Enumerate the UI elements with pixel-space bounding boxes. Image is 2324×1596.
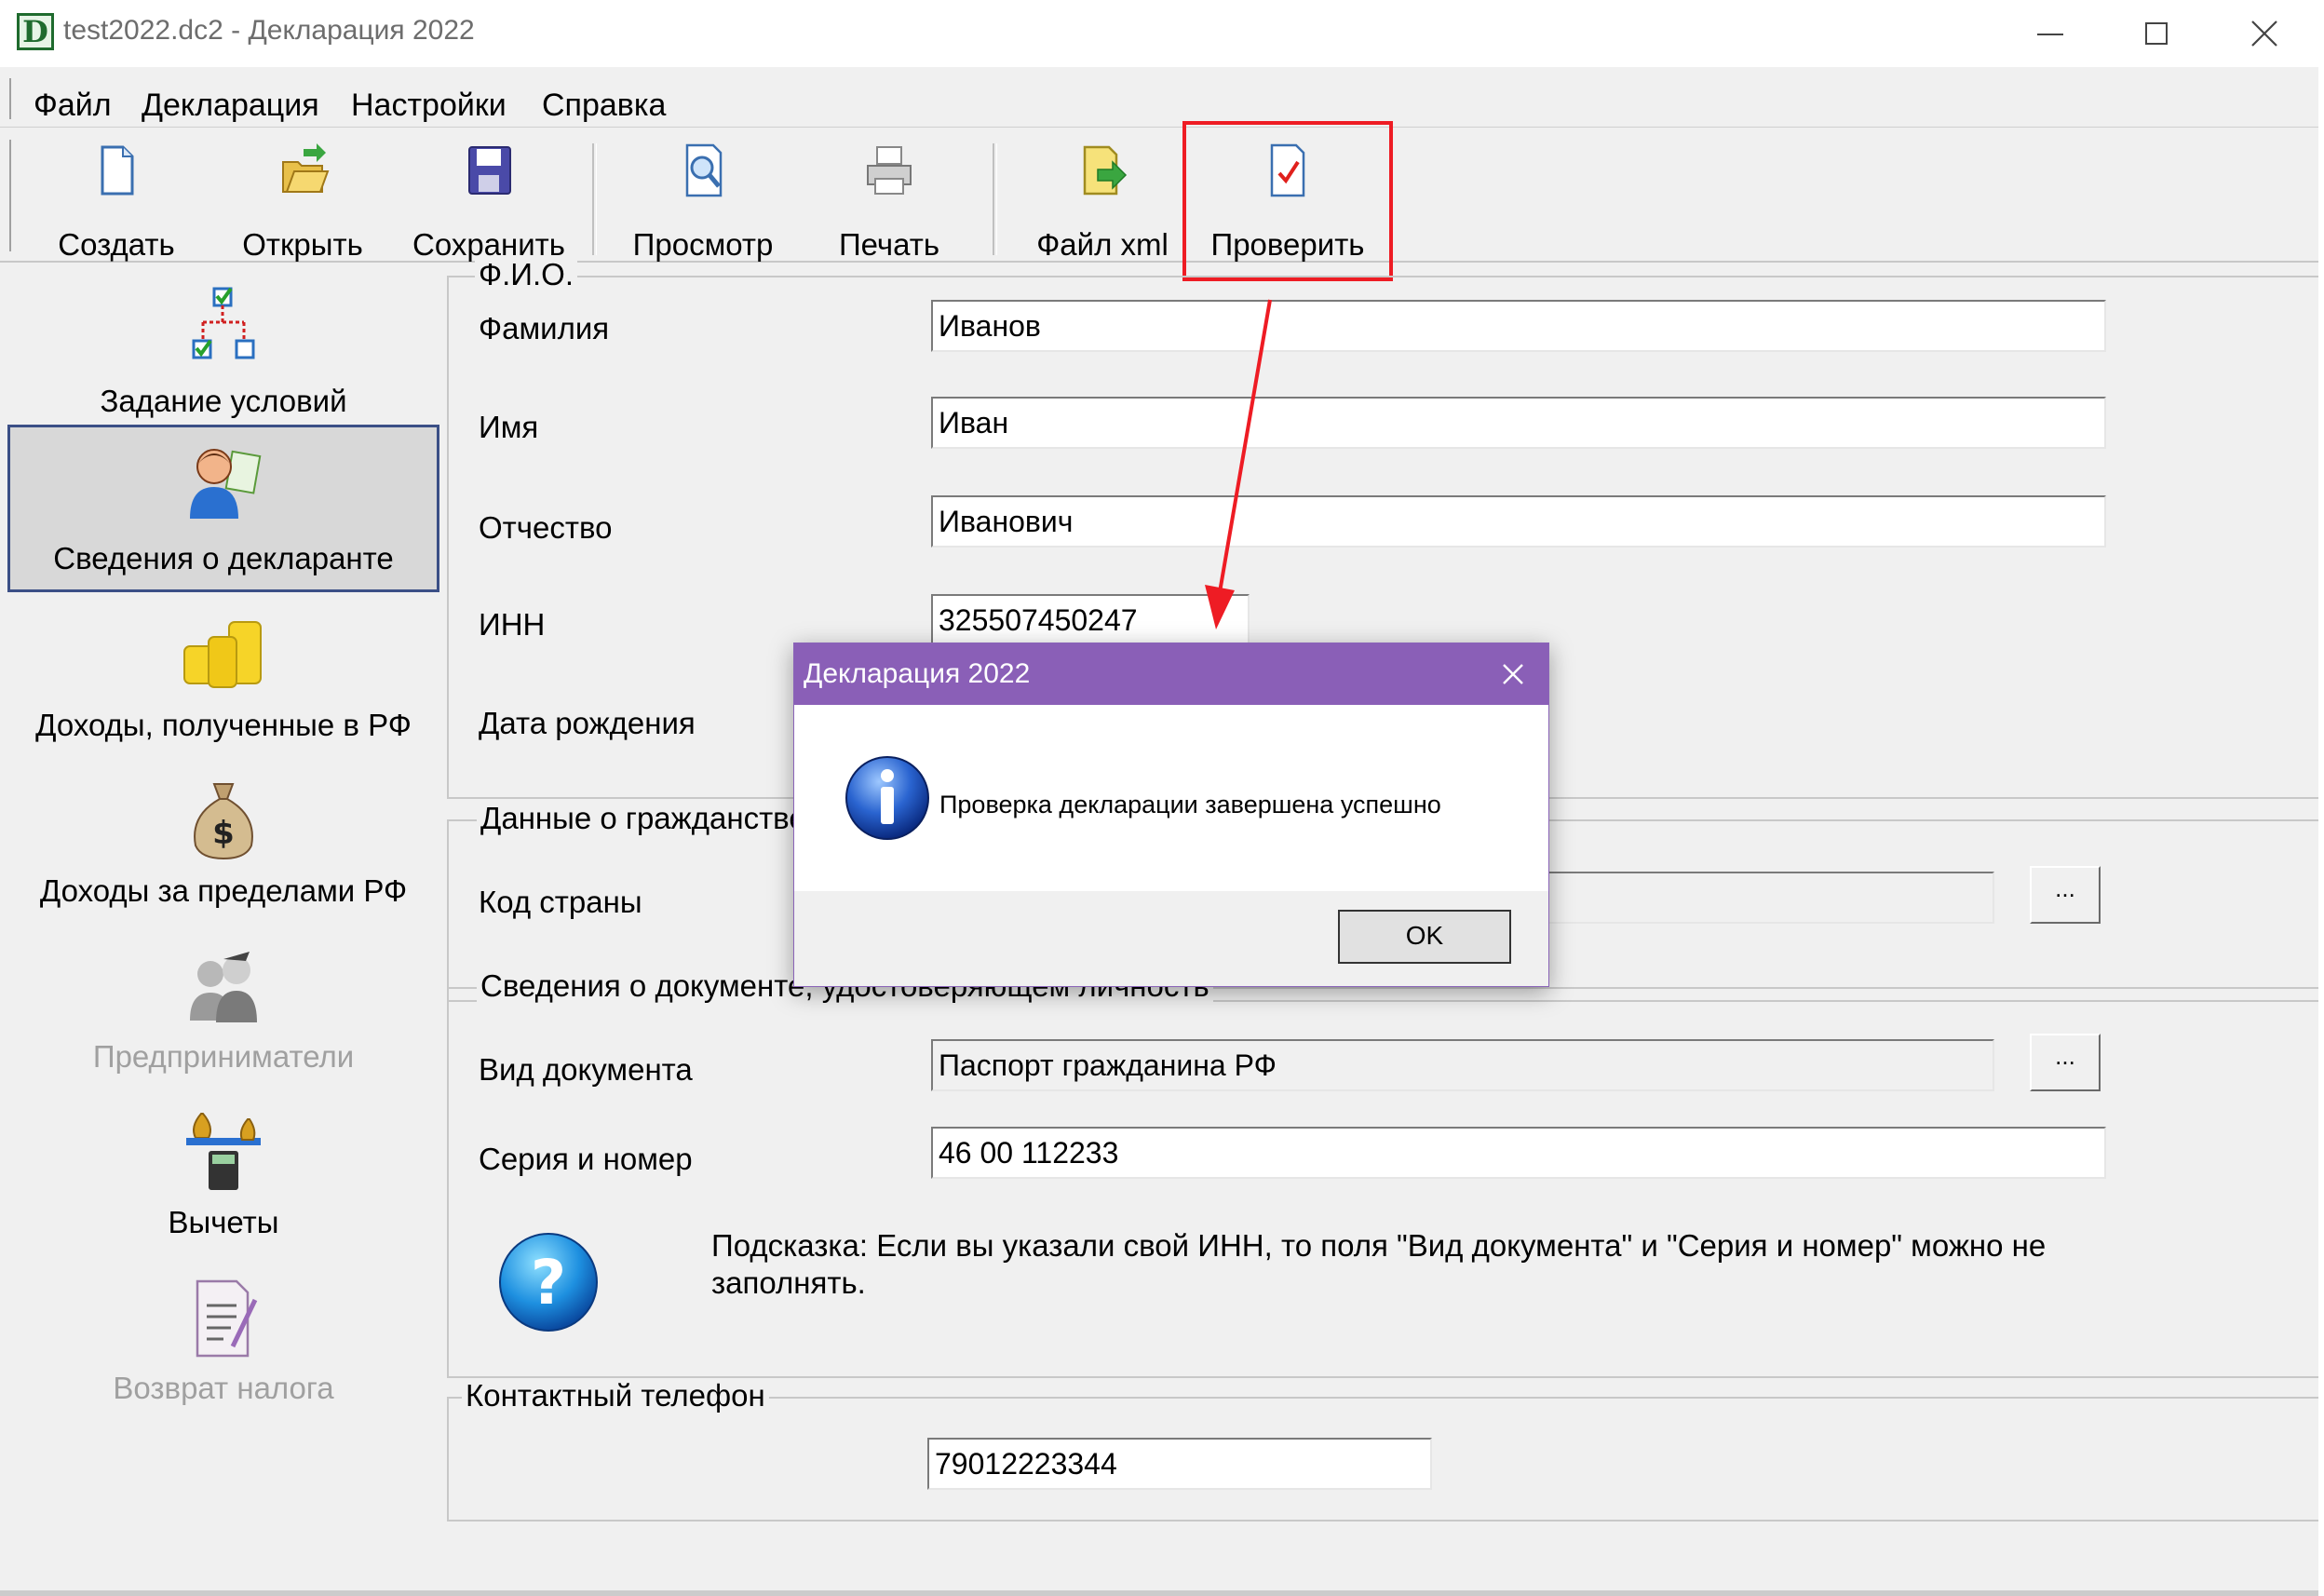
sidebar-item-deductions[interactable]: Вычеты: [7, 1095, 439, 1257]
app-logo-icon: D: [17, 13, 54, 50]
window-title: test2022.dc2 - Декларация 2022: [63, 15, 475, 46]
entrepreneurs-icon: [190, 952, 257, 1022]
sidebar-item-income-abroad[interactable]: $ Доходы за пределами РФ: [7, 764, 439, 926]
sidebar-item-label: Доходы, полученные в РФ: [35, 708, 412, 742]
preview-button[interactable]: Просмотр: [619, 142, 787, 262]
sidebar-item-label: Вычеты: [168, 1205, 279, 1239]
sidebar-item-tax-refund[interactable]: Возврат налога: [7, 1261, 439, 1423]
declarant-icon: [190, 449, 262, 519]
country-code-browse-button[interactable]: ...: [2030, 866, 2101, 924]
conditions-icon: [192, 287, 255, 359]
sidebar-item-income-rf[interactable]: Доходы, полученные в РФ: [7, 598, 439, 760]
create-button[interactable]: Создать: [37, 142, 196, 262]
open-label: Открыть: [242, 227, 363, 262]
doc-type-browse-button[interactable]: ...: [2030, 1034, 2101, 1091]
preview-label: Просмотр: [632, 227, 774, 262]
sidebar-item-conditions[interactable]: Задание условий: [7, 274, 439, 436]
menu-settings[interactable]: Настройки: [351, 88, 507, 124]
create-label: Создать: [58, 227, 175, 262]
patronymic-label: Отчество: [479, 510, 613, 545]
doc-type-label: Вид документа: [479, 1052, 693, 1087]
menu-file[interactable]: Файл: [34, 88, 112, 124]
minimize-button[interactable]: [2020, 9, 2080, 58]
doc-number-field[interactable]: 46 00 112233: [931, 1127, 2106, 1179]
close-icon: [1503, 664, 1523, 684]
close-icon: [2251, 20, 2277, 47]
info-icon: [845, 756, 929, 840]
fio-legend: Ф.И.О.: [475, 257, 577, 292]
tax-refund-icon: [196, 1279, 258, 1358]
coins-icon: [183, 621, 262, 688]
menu-declaration[interactable]: Декларация: [142, 88, 319, 124]
sidebar-item-label: Доходы за пределами РФ: [39, 873, 408, 908]
citizenship-legend: Данные о гражданстве: [477, 801, 810, 836]
patronymic-field[interactable]: Иванович: [931, 495, 2106, 548]
xml-file-button[interactable]: Файл xml: [1028, 142, 1177, 262]
menu-bar: Файл Декларация Настройки Справка: [0, 71, 2318, 128]
name-label: Имя: [479, 410, 539, 444]
surname-field[interactable]: Иванов: [931, 300, 2106, 352]
inn-field[interactable]: 325507450247: [931, 594, 1250, 646]
check-button-highlight: [1182, 121, 1393, 281]
doc-number-label: Серия и номер: [479, 1142, 693, 1176]
sidebar-item-label: Предприниматели: [92, 1039, 355, 1074]
print-label: Печать: [838, 227, 940, 262]
sidebar-item-label: Сведения о декларанте: [53, 541, 394, 575]
close-button[interactable]: [2235, 9, 2294, 58]
open-folder-icon: [282, 143, 330, 193]
message-dialog: Декларация 2022 Проверка декларации заве…: [793, 642, 1549, 987]
surname-label: Фамилия: [479, 311, 610, 345]
window-bottom-edge: [0, 1590, 2318, 1596]
country-code-label: Код страны: [479, 885, 642, 919]
sidebar-item-entrepreneurs[interactable]: Предприниматели: [7, 929, 439, 1091]
dialog-title-bar: Декларация 2022: [794, 643, 1548, 705]
preview-icon: [685, 143, 723, 197]
toolbar-separator: [592, 143, 597, 255]
sidebar-item-label: Задание условий: [100, 384, 347, 418]
sidebar-item-label: Возврат налога: [113, 1371, 334, 1405]
name-field[interactable]: Иван: [931, 397, 2106, 449]
print-button[interactable]: Печать: [810, 142, 968, 262]
floppy-disk-icon: [468, 146, 511, 195]
new-document-icon: [101, 145, 134, 196]
dialog-close-button[interactable]: [1489, 651, 1537, 697]
menu-help[interactable]: Справка: [542, 88, 666, 124]
dialog-title: Декларация 2022: [804, 658, 1031, 689]
maximize-icon: [2145, 22, 2168, 45]
doc-type-field[interactable]: Паспорт гражданина РФ: [931, 1039, 1994, 1091]
help-icon: ?: [499, 1233, 598, 1332]
contact-legend: Контактный телефон: [462, 1378, 769, 1413]
money-bag-icon: $: [194, 783, 253, 860]
xml-file-label: Файл xml: [1036, 227, 1169, 262]
minimize-icon: [2037, 34, 2063, 35]
menu-grip: [9, 78, 14, 119]
deductions-icon: [186, 1113, 261, 1190]
title-bar: D test2022.dc2 - Декларация 2022: [0, 0, 2318, 67]
export-xml-icon: [1083, 145, 1128, 196]
maximize-button[interactable]: [2128, 9, 2187, 58]
svg-text:?: ?: [531, 1247, 566, 1319]
birth-date-label: Дата рождения: [479, 706, 696, 740]
toolbar-separator: [993, 143, 997, 255]
ok-button[interactable]: OK: [1338, 910, 1511, 964]
dialog-message: Проверка декларации завершена успешно: [939, 791, 1441, 818]
printer-icon: [867, 146, 912, 195]
hint-text: Подсказка: Если вы указали свой ИНН, то …: [711, 1228, 2047, 1300]
toolbar-grip: [9, 140, 14, 251]
app-window: D test2022.dc2 - Декларация 2022 Файл Де…: [0, 0, 2318, 1596]
save-button[interactable]: Сохранить: [400, 142, 577, 262]
svg-text:$: $: [212, 815, 235, 852]
open-button[interactable]: Открыть: [223, 142, 382, 262]
inn-label: ИНН: [479, 607, 546, 642]
sidebar-item-declarant[interactable]: Сведения о декларанте: [7, 425, 439, 592]
phone-field[interactable]: 79012223344: [927, 1438, 1432, 1490]
sidebar: Задание условий Сведения о декларанте До…: [7, 264, 445, 1577]
toolbar: Создать Открыть Сохранить Просмотр Печат…: [0, 130, 2318, 263]
dialog-body: Проверка декларации завершена успешно: [794, 705, 1548, 891]
